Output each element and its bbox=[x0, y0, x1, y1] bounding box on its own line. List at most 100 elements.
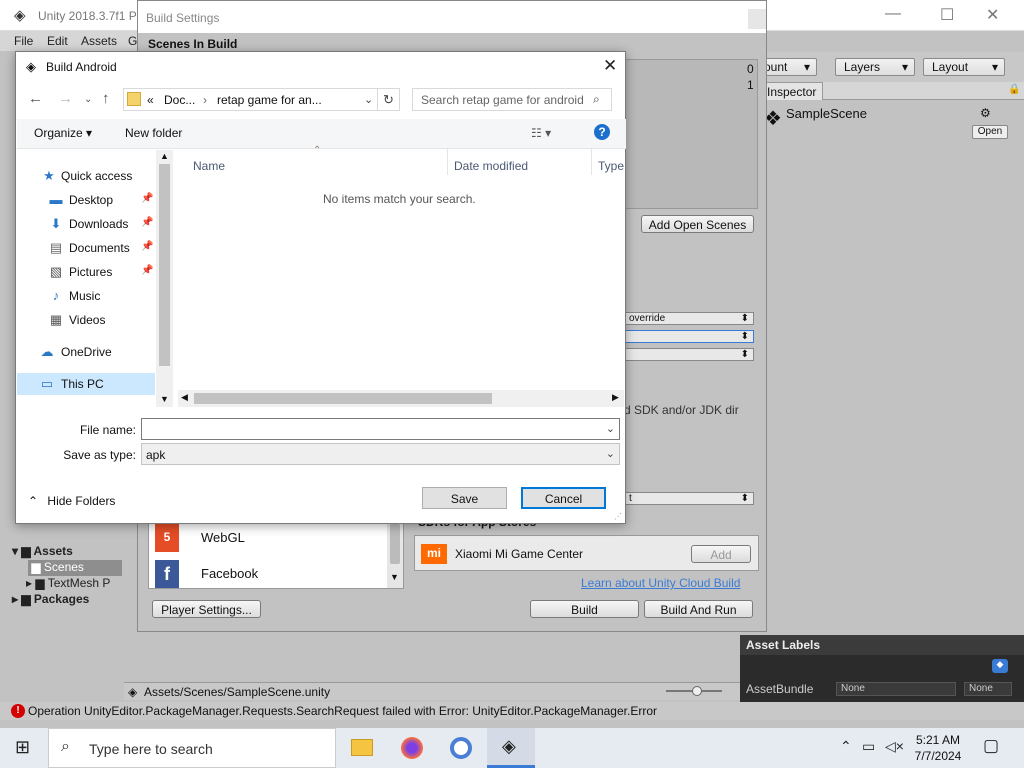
save-button[interactable]: Save bbox=[422, 487, 507, 509]
save-as-type-dropdown-icon[interactable]: ⌄ bbox=[606, 447, 615, 460]
menu-edit[interactable]: Edit bbox=[47, 34, 68, 48]
save-as-type-select[interactable]: apk ⌄ bbox=[141, 443, 620, 465]
layers-dropdown[interactable]: Layers bbox=[835, 58, 915, 76]
file-explorer-app[interactable] bbox=[338, 728, 386, 768]
nav-scrollbar[interactable]: ▲ ▼ bbox=[156, 150, 173, 407]
platform-facebook[interactable]: f Facebook bbox=[155, 560, 395, 588]
add-open-scenes-button[interactable]: Add Open Scenes bbox=[641, 215, 754, 233]
build-button[interactable]: Build bbox=[530, 600, 639, 618]
show-hidden-icons-icon[interactable]: ⌃ bbox=[840, 738, 852, 755]
column-separator[interactable] bbox=[591, 149, 592, 175]
back-arrow-icon[interactable]: ← bbox=[28, 90, 43, 107]
nav-desktop[interactable]: ▬ Desktop 📌 bbox=[17, 189, 157, 211]
inspector-settings-icon[interactable]: ⚙ bbox=[980, 106, 991, 120]
address-segment-documents[interactable]: Doc... bbox=[164, 93, 195, 107]
forward-arrow-icon[interactable]: → bbox=[58, 90, 73, 107]
resize-grip-icon[interactable]: ⋰ bbox=[614, 512, 622, 521]
search-icon[interactable]: ⌕ bbox=[593, 92, 600, 107]
file-name-input[interactable]: ⌄ bbox=[141, 418, 620, 440]
new-folder-button[interactable]: New folder bbox=[125, 126, 182, 140]
firefox-app[interactable] bbox=[388, 728, 436, 768]
file-list-h-scrollbar[interactable]: ◀ ▶ bbox=[178, 390, 624, 407]
export-dropdown[interactable] bbox=[624, 348, 754, 361]
nav-scroll-thumb[interactable] bbox=[159, 164, 170, 366]
platform-scroll-thumb[interactable] bbox=[390, 524, 400, 564]
scroll-down-icon[interactable]: ▼ bbox=[160, 394, 169, 404]
column-name[interactable]: Name bbox=[193, 159, 225, 173]
build-settings-close-button[interactable] bbox=[748, 9, 766, 29]
file-name-dropdown-icon[interactable]: ⌄ bbox=[606, 422, 615, 435]
folder-textmesh[interactable]: ▸ ▆ TextMesh P bbox=[26, 576, 110, 590]
recent-locations-chevron-icon[interactable]: ⌄ bbox=[84, 94, 92, 105]
compression-dropdown[interactable]: t bbox=[624, 492, 754, 505]
pictures-icon: ▧ bbox=[49, 264, 63, 279]
chrome-app[interactable] bbox=[437, 728, 485, 768]
tab-inspector[interactable]: Inspector bbox=[760, 82, 824, 100]
organize-button[interactable]: Organize ▾ bbox=[34, 126, 92, 140]
tag-icon[interactable]: ◆ bbox=[992, 659, 1008, 673]
status-error-message[interactable]: Operation UnityEditor.PackageManager.Req… bbox=[28, 704, 657, 718]
cancel-button[interactable]: Cancel bbox=[521, 487, 606, 509]
hide-folders-button[interactable]: ⌃ Hide Folders bbox=[28, 494, 115, 508]
column-date-modified[interactable]: Date modified bbox=[454, 159, 528, 173]
taskbar-clock[interactable]: 5:21 AM 7/7/2024 bbox=[903, 733, 973, 763]
scroll-left-icon[interactable]: ◀ bbox=[181, 392, 188, 403]
build-system-dropdown[interactable] bbox=[624, 330, 754, 343]
nav-videos[interactable]: ▦ Videos bbox=[17, 309, 157, 331]
zoom-slider-thumb[interactable] bbox=[692, 686, 702, 696]
help-icon[interactable]: ? bbox=[594, 124, 610, 140]
notifications-icon[interactable]: ▢ bbox=[983, 736, 999, 756]
maximize-icon[interactable]: ☐ bbox=[940, 5, 954, 25]
file-list[interactable]: ⌃ Name Date modified Type No items match… bbox=[173, 145, 625, 392]
menu-gameobject[interactable]: G bbox=[128, 34, 137, 48]
learn-cloud-build-link[interactable]: Learn about Unity Cloud Build bbox=[581, 576, 740, 590]
scroll-down-arrow-icon[interactable]: ▼ bbox=[390, 572, 399, 582]
nav-documents[interactable]: ▤ Documents 📌 bbox=[17, 237, 157, 259]
refresh-icon[interactable]: ↻ bbox=[378, 88, 400, 111]
asset-bundle-variant-dropdown[interactable]: None bbox=[964, 682, 1012, 696]
folder-scenes[interactable]: ▆ Scenes bbox=[28, 560, 122, 576]
scroll-right-icon[interactable]: ▶ bbox=[612, 392, 619, 403]
build-and-run-button[interactable]: Build And Run bbox=[644, 600, 753, 618]
nav-downloads[interactable]: ⬇ Downloads 📌 bbox=[17, 213, 157, 235]
network-icon[interactable]: ▭ bbox=[862, 738, 875, 755]
nav-quick-access[interactable]: ★ Quick access bbox=[17, 165, 157, 187]
folder-packages[interactable]: ▸ ▆ Packages bbox=[12, 592, 89, 606]
xiaomi-add-button[interactable]: Add bbox=[691, 545, 751, 563]
layout-dropdown[interactable]: Layout bbox=[923, 58, 1005, 76]
scroll-up-icon[interactable]: ▲ bbox=[160, 151, 169, 161]
player-settings-button[interactable]: Player Settings... bbox=[152, 600, 261, 618]
texture-override-dropdown[interactable]: override bbox=[624, 312, 754, 325]
minimize-icon[interactable]: — bbox=[885, 5, 901, 23]
column-separator[interactable] bbox=[447, 149, 448, 175]
open-button[interactable]: Open bbox=[972, 125, 1008, 139]
taskbar-search[interactable]: ⌕ Type here to search bbox=[48, 728, 336, 768]
dialog-close-icon[interactable]: ✕ bbox=[603, 56, 617, 76]
close-icon[interactable]: ✕ bbox=[986, 5, 999, 25]
menu-assets[interactable]: Assets bbox=[81, 34, 117, 48]
scenes-in-build-list[interactable]: 0 1 bbox=[624, 59, 758, 209]
nav-pictures[interactable]: ▧ Pictures 📌 bbox=[17, 261, 157, 283]
nav-music[interactable]: ♪ Music bbox=[17, 285, 157, 307]
asset-bundle-dropdown[interactable]: None bbox=[836, 682, 956, 696]
address-bar[interactable]: « Doc... › retap game for an... ⌄ bbox=[123, 88, 378, 111]
lock-icon[interactable]: 🔒 bbox=[1008, 84, 1020, 95]
file-list-h-scroll-thumb[interactable] bbox=[194, 393, 492, 404]
windows-start-icon[interactable]: ⊞ bbox=[15, 737, 30, 758]
platform-webgl[interactable]: 5 WebGL bbox=[155, 524, 395, 552]
platform-list-scrollbar[interactable]: ▼ bbox=[387, 518, 403, 588]
column-type[interactable]: Type bbox=[598, 159, 624, 173]
volume-muted-icon[interactable]: ◁× bbox=[885, 738, 904, 755]
view-options-icon[interactable]: ☷ ▾ bbox=[531, 126, 551, 140]
unity-app[interactable]: ◈ bbox=[487, 728, 535, 768]
hide-folders-label: Hide Folders bbox=[47, 494, 116, 508]
address-overflow-chevron[interactable]: « bbox=[147, 93, 154, 107]
up-arrow-icon[interactable]: ↑ bbox=[102, 90, 110, 107]
address-segment-folder[interactable]: retap game for an... bbox=[217, 93, 322, 107]
folder-assets[interactable]: ▾ ▆ Assets bbox=[12, 544, 73, 558]
nav-onedrive[interactable]: ☁ OneDrive bbox=[17, 341, 157, 363]
nav-this-pc[interactable]: ▭ This PC bbox=[17, 373, 155, 395]
menu-file[interactable]: File bbox=[14, 34, 33, 48]
search-input[interactable]: Search retap game for android ⌕ bbox=[412, 88, 612, 111]
address-dropdown-icon[interactable]: ⌄ bbox=[364, 93, 373, 106]
